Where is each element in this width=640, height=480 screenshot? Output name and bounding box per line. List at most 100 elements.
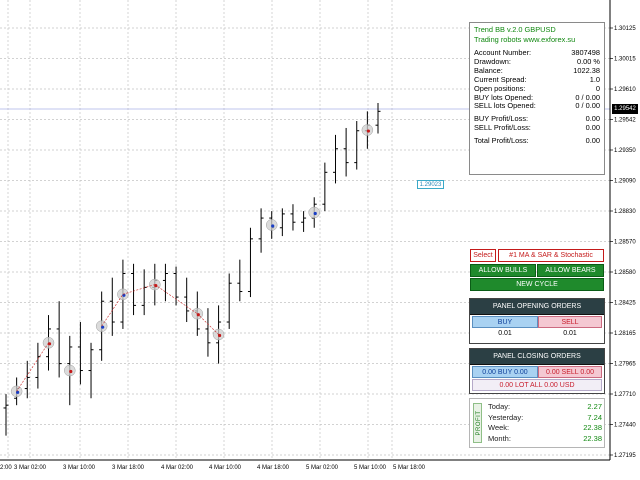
candle	[77, 322, 83, 385]
price-tick-label: 1.27710	[614, 392, 636, 398]
profit-period-value: 2.27	[587, 402, 602, 411]
candle	[56, 301, 62, 378]
buy-lot-field[interactable]: 0.01	[473, 330, 537, 337]
time-tick-label: 4 Mar 10:00	[209, 465, 242, 471]
total-profit-value: 0.00	[585, 136, 600, 146]
candle	[173, 266, 179, 306]
profit-period-value: 22.38	[583, 423, 602, 432]
open-buy-button[interactable]: BUY	[472, 316, 538, 328]
ea-title: Trend BB v.2.0 GBPUSD	[474, 25, 556, 34]
rows1-value: 0 / 0.00	[575, 101, 600, 111]
time-tick-label: 3 Mar 02:00	[14, 465, 47, 471]
price-tick-label: 1.28580	[614, 270, 636, 276]
strategy-button[interactable]: #1 MA & SAR & Stochastic	[498, 249, 604, 262]
marker-dot	[69, 369, 73, 374]
price-tick-label: 1.29542	[614, 118, 636, 124]
trade-markers	[10, 124, 374, 398]
profit-period-label: Month:	[488, 433, 511, 443]
panel-closing-orders: PANEL CLOSING ORDERS 0.00 BUY 0.00 0.00 …	[469, 348, 605, 394]
profit-panel: PROFIT Today: 2.27 Yesterday: 7.24 Week: 22.3…	[469, 398, 605, 448]
candle	[141, 269, 147, 316]
price-tick-label: 1.29350	[614, 148, 636, 154]
price-tick-label: 1.27195	[614, 453, 636, 459]
profit-side-tab: PROFIT	[473, 403, 482, 443]
time-tick-label: 5 Mar 10:00	[354, 465, 387, 471]
candle	[162, 263, 168, 302]
profit-row: Today: 2.27	[488, 402, 602, 411]
price-tag: 1.29023	[417, 180, 444, 189]
allow-bulls-button[interactable]: ALLOW BULLS	[470, 264, 536, 277]
candle	[226, 273, 232, 329]
profit-period-label: Yesterday:	[488, 412, 524, 422]
profit-period-value: 7.24	[587, 412, 602, 422]
ea-subtitle: Trading robots www.exforex.su	[474, 35, 576, 44]
candle	[131, 263, 137, 316]
panel-opening-orders: PANEL OPENING ORDERS BUY SELL 0.01 0.01	[469, 298, 605, 344]
candle	[184, 277, 190, 323]
price-axis: 1.30125 1.30015 1.29610 1.29542 1.29350 1.290…	[609, 0, 636, 460]
trade-marker	[117, 288, 129, 301]
trade-marker	[64, 364, 76, 377]
price-tick-label: 1.29090	[614, 179, 636, 185]
price-tick-label: 1.28570	[614, 240, 636, 246]
trade-marker	[308, 206, 320, 219]
profit-row: Month: 22.38	[488, 434, 602, 443]
select-button[interactable]: Select	[470, 249, 496, 262]
profit-period-label: Today:	[488, 402, 511, 411]
time-tick-label: 5 Mar 02:00	[306, 465, 339, 471]
price-tick-label: 1.27440	[614, 423, 636, 429]
trade-marker	[361, 124, 374, 136]
rows1-label: SELL lots Opened:	[474, 101, 536, 111]
candle	[24, 360, 30, 399]
profit-side-label: PROFIT	[476, 410, 482, 436]
close-sell-button[interactable]: 0.00 SELL 0.00	[538, 366, 602, 378]
candle	[354, 121, 360, 170]
candle	[109, 277, 115, 336]
open-sell-button[interactable]: SELL	[538, 316, 602, 328]
candle	[205, 308, 211, 357]
candle	[343, 127, 349, 177]
price-tick-label: 1.28425	[614, 301, 636, 307]
profit-period-label: Week:	[488, 423, 510, 432]
time-tick-label: 4 Mar 02:00	[161, 465, 194, 471]
rows2-value: 0.00	[585, 123, 600, 133]
rows2-row: SELL Profit/Loss: 0.00	[474, 123, 600, 133]
price-tick-label: 1.30125	[614, 26, 636, 32]
marker-dot	[366, 129, 370, 133]
close-all-button[interactable]: 0.00 LOT ALL 0.00 USD	[472, 379, 602, 391]
new-cycle-button[interactable]: NEW CYCLE	[470, 278, 604, 291]
time-tick-label: 5 Mar 18:00	[393, 465, 426, 471]
time-tick-label: 4 Mar 18:00	[257, 465, 290, 471]
candle	[332, 134, 338, 184]
price-tick-label: 1.29610	[614, 87, 636, 93]
price-tick-label: 1.28830	[614, 209, 636, 215]
time-tick-label: 2:00	[0, 465, 12, 471]
price-tick-label: 1.28165	[614, 331, 636, 337]
candle	[247, 227, 253, 298]
candle	[375, 103, 381, 134]
profit-period-value: 22.38	[583, 433, 602, 443]
marker-dot	[313, 211, 317, 216]
trade-marker	[265, 219, 278, 231]
candle	[258, 208, 264, 253]
candle	[237, 259, 243, 302]
rows2-label: SELL Profit/Loss:	[474, 123, 531, 133]
total-profit-label: Total Profit/Loss:	[474, 136, 529, 146]
candle	[290, 204, 296, 231]
price-tick-label: 1.30015	[614, 57, 636, 63]
time-tick-label: 3 Mar 18:00	[112, 465, 145, 471]
current-price-label: 1.29542	[612, 104, 638, 114]
candle	[279, 208, 285, 237]
time-axis: 2:00 3 Mar 02:00 3 Mar 10:00 3 Mar 18:00 4 M…	[0, 459, 610, 471]
allow-bears-button[interactable]: ALLOW BEARS	[537, 264, 604, 277]
candle	[88, 342, 94, 399]
marker-dot	[271, 224, 275, 228]
candles	[3, 103, 381, 436]
info-panel: Trend BB v.2.0 GBPUSD Trading robots www…	[469, 22, 605, 175]
close-buy-button[interactable]: 0.00 BUY 0.00	[472, 366, 538, 378]
closing-panel-title: PANEL CLOSING ORDERS	[470, 349, 604, 365]
rows1-row: SELL lots Opened: 0 / 0.00	[474, 102, 600, 111]
sell-lot-field[interactable]: 0.01	[538, 330, 602, 337]
candle	[301, 211, 307, 232]
opening-panel-title: PANEL OPENING ORDERS	[470, 299, 604, 315]
